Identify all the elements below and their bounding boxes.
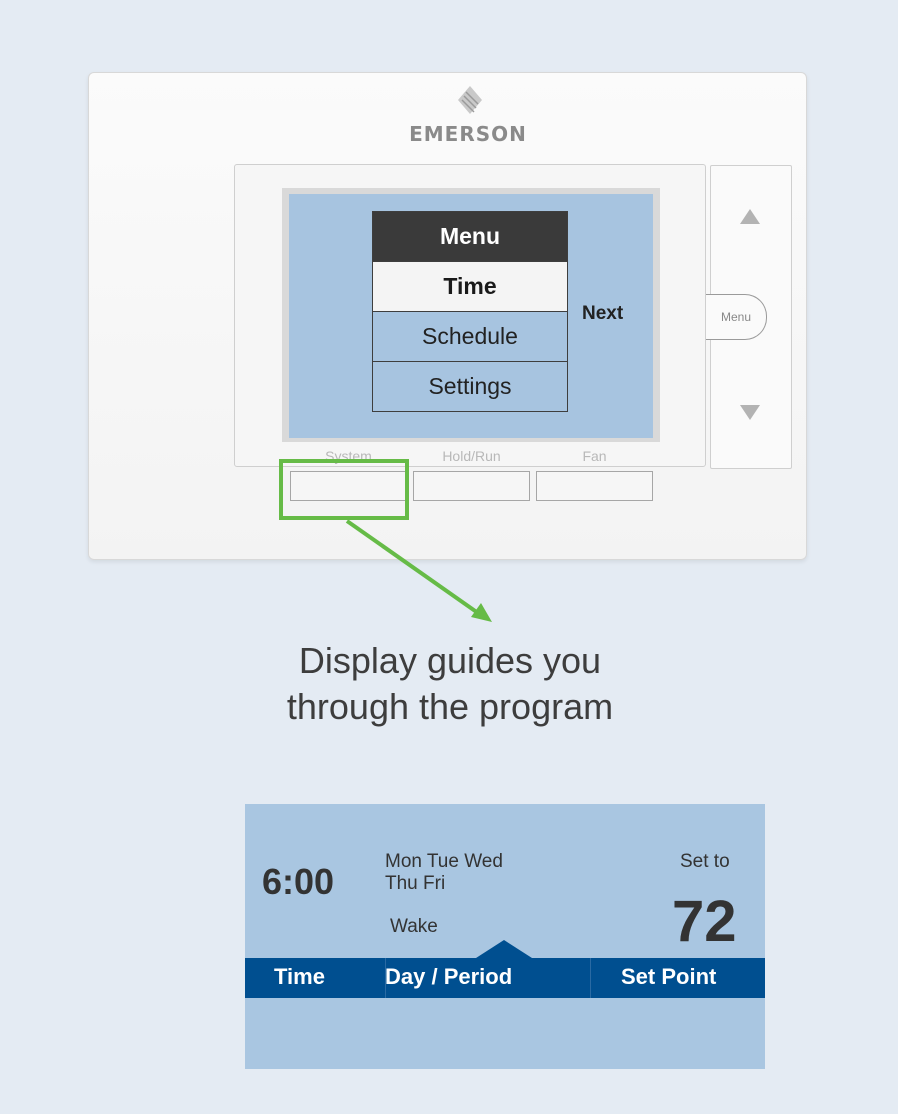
fan-button-label: Fan [582,448,607,464]
schedule-days-line-2: Thu Fri [385,873,446,894]
schedule-days-line-1: Mon Tue Wed [385,851,503,872]
brand-logo: EMERSON [409,122,527,146]
menu-item-schedule[interactable]: Schedule [373,312,567,362]
schedule-time-value: 6:00 [262,861,335,902]
caption: Display guides you through the program [200,638,700,730]
menu-item-time[interactable]: Time [373,262,567,312]
menu-header: Menu [373,212,567,262]
menu-button[interactable]: Menu [706,294,767,340]
bar-label-time: Time [274,964,325,989]
up-arrow-button[interactable] [740,209,760,224]
bar-label-day-period: Day / Period [385,964,513,989]
emerson-logo-icon [458,86,482,114]
down-arrow-button[interactable] [740,405,760,420]
bar-divider [590,958,591,998]
caption-line-2: through the program [286,686,614,727]
menu-list: Menu Time Schedule Settings [372,211,568,412]
set-point-value: 72 [672,889,737,954]
next-softkey-label: Next [582,303,624,324]
fan-button[interactable] [536,471,653,501]
hold-run-button-label: Hold/Run [442,448,501,464]
schedule-period: Wake [390,916,438,937]
hold-run-button[interactable] [413,471,530,501]
set-to-label: Set to [680,851,730,872]
highlight-box [279,459,409,520]
period-pointer-icon [476,940,532,958]
bar-label-set-point: Set Point [621,964,717,989]
caption-line-1: Display guides you [298,640,602,681]
menu-item-settings[interactable]: Settings [373,362,567,411]
